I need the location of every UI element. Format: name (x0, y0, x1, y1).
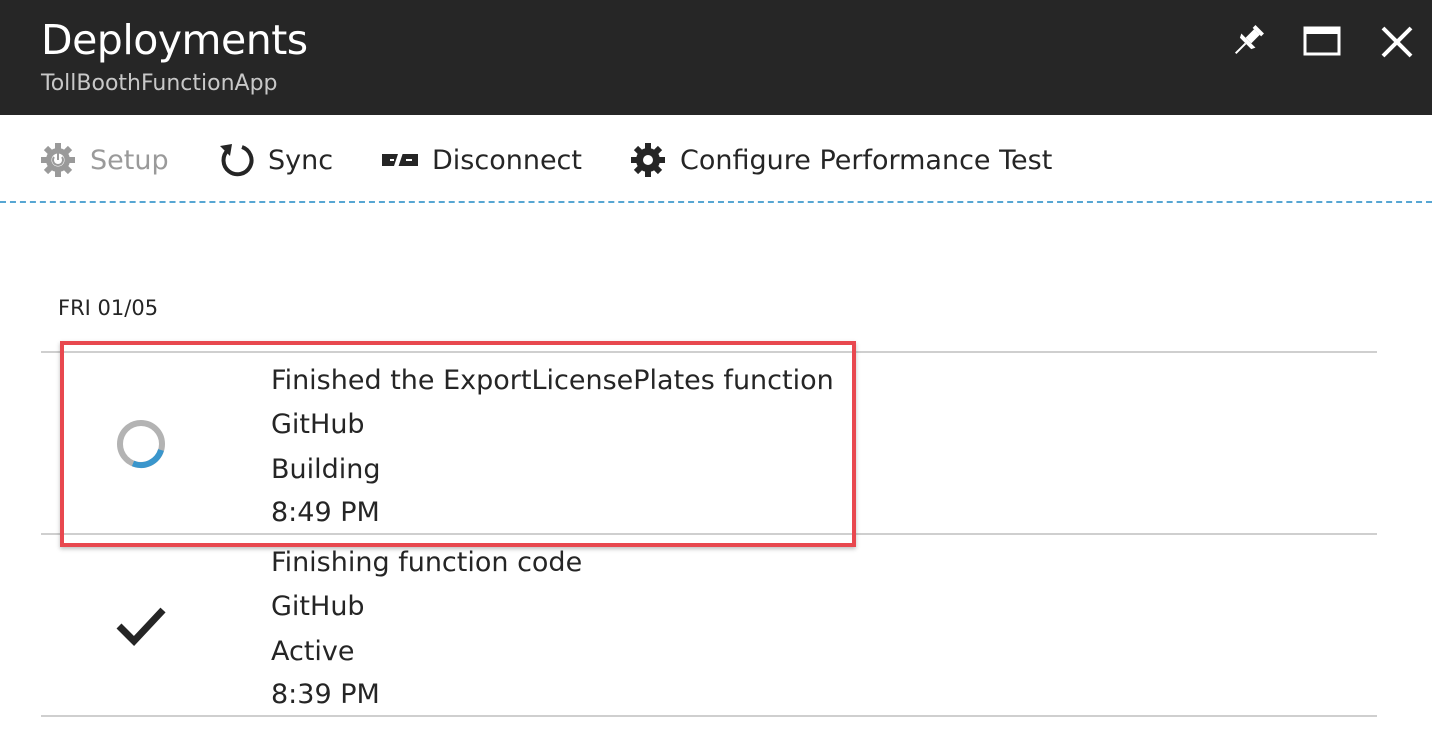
sync-button[interactable]: Sync (216, 136, 333, 184)
blade-subtitle: TollBoothFunctionApp (41, 71, 278, 96)
row-divider (41, 715, 1377, 717)
deployment-source: GitHub (271, 409, 365, 440)
gear-icon (628, 140, 668, 180)
spinner-icon (113, 416, 169, 472)
setup-label: Setup (90, 144, 169, 176)
deployment-message: Finishing function code (271, 547, 583, 578)
sync-label: Sync (268, 144, 334, 176)
maximize-icon (1303, 26, 1341, 56)
deployment-status: Building (271, 454, 381, 485)
deployment-row-active[interactable]: Finishing function code GitHub Active 8:… (41, 535, 1377, 715)
date-group-header: FRI 01/05 (58, 296, 159, 320)
pin-button[interactable] (1225, 20, 1269, 64)
sync-icon (216, 140, 256, 180)
disconnect-icon (380, 140, 420, 180)
pin-icon (1234, 25, 1264, 55)
disconnect-label: Disconnect (432, 144, 582, 176)
deployment-time: 8:49 PM (271, 497, 380, 528)
setup-gear-icon (38, 140, 78, 180)
deployment-source: GitHub (271, 591, 365, 622)
command-bar-divider (0, 201, 1432, 203)
deployment-message: Finished the ExportLicensePlates functio… (271, 365, 834, 396)
blade-header: Deployments TollBoothFunctionApp (0, 0, 1432, 115)
checkmark-icon (113, 598, 169, 654)
blade-title: Deployments (41, 16, 308, 64)
configure-performance-test-label: Configure Performance Test (680, 144, 1053, 176)
maximize-button[interactable] (1300, 20, 1344, 64)
deployment-status: Active (271, 636, 355, 667)
setup-button[interactable]: Setup (38, 136, 169, 184)
close-button[interactable] (1375, 20, 1419, 64)
disconnect-button[interactable]: Disconnect (380, 136, 582, 184)
close-icon (1381, 26, 1413, 58)
deployment-row-building[interactable]: Finished the ExportLicensePlates functio… (41, 353, 1377, 533)
configure-performance-test-button[interactable]: Configure Performance Test (628, 136, 1052, 184)
deployment-time: 8:39 PM (271, 679, 380, 710)
